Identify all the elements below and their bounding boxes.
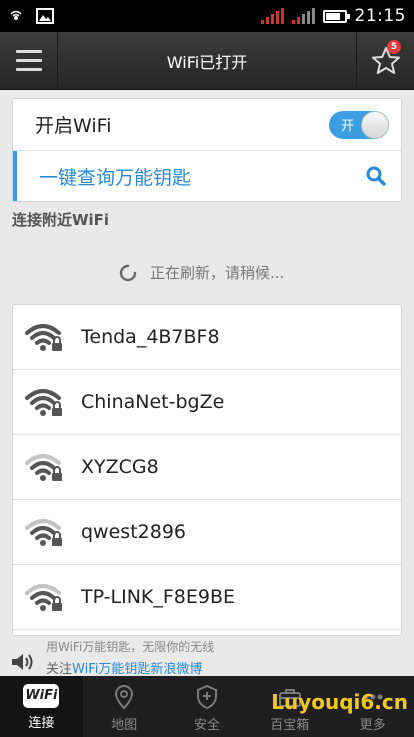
shield-icon (196, 684, 217, 710)
title-bar: WiFi已打开 5 (0, 31, 414, 90)
marquee-prefix: 关注 (46, 662, 73, 677)
signal-strength-icon (260, 8, 284, 24)
network-ssid: qwest2896 (81, 521, 186, 543)
key-lookup-row[interactable]: 一键查询万能钥匙 (13, 151, 401, 201)
tab-label: 连接 (28, 716, 55, 731)
wifi-toggle-row: 开启WiFi 开 (13, 99, 401, 151)
tab-map[interactable]: 地图 (83, 676, 166, 737)
gallery-icon (36, 8, 54, 24)
wifi-toggle-label: 开启WiFi (35, 115, 112, 137)
network-ssid: Tenda_4B7BF8 (81, 326, 220, 348)
tab-label: 地图 (111, 718, 138, 733)
list-item[interactable]: ChinaNet-bgZe (13, 370, 401, 435)
refresh-text: 正在刷新，请稍候... (150, 264, 285, 282)
notification-badge: 5 (387, 39, 401, 54)
network-ssid: TP-LINK_F8E9BE (81, 586, 236, 608)
switch-knob (361, 110, 389, 139)
tab-security[interactable]: 安全 (166, 676, 249, 737)
wifi-locked-icon (25, 519, 62, 546)
wifi-locked-icon (25, 454, 62, 481)
wifi-icon: WiFi (23, 684, 60, 708)
wifi-hotspot-icon (10, 10, 22, 20)
network-ssid: ChinaNet-bgZe (81, 391, 225, 413)
page-title: WiFi已打开 (166, 52, 248, 72)
clock: 21:15 (354, 6, 406, 26)
search-icon (366, 166, 386, 186)
refresh-status: 正在刷新，请稍候... (118, 262, 284, 283)
battery-icon (322, 9, 350, 23)
loading-spinner-icon (119, 264, 137, 281)
speaker-icon (12, 654, 33, 670)
map-pin-icon (115, 684, 134, 710)
wifi-locked-icon (25, 389, 62, 416)
announcement-marquee[interactable]: 用WiFi万能钥匙，无限你的无线 关注WiFi万能钥匙新浪微博 (0, 636, 414, 677)
marquee-line-1: 用WiFi万能钥匙，无限你的无线 (46, 640, 215, 654)
tab-label: 更多 (359, 718, 386, 733)
menu-icon (15, 50, 42, 53)
wifi-toggle-switch[interactable]: 开 (329, 110, 389, 139)
list-item[interactable]: qwest2896 (13, 500, 401, 565)
list-item[interactable]: Tenda_4B7BF8 (13, 305, 401, 370)
status-bar: 21:15 (0, 0, 414, 32)
wifi-network-list: Tenda_4B7BF8 ChinaNet-bgZe XYZCG8 qwest2… (12, 304, 402, 636)
wifi-locked-icon (25, 584, 62, 611)
signal-strength-2-icon (291, 8, 315, 24)
section-title: 连接附近WiFi (12, 211, 110, 229)
menu-button[interactable] (0, 31, 58, 90)
wifi-settings-card: 开启WiFi 开 一键查询万能钥匙 (12, 98, 402, 202)
wifi-locked-icon (25, 324, 62, 351)
tab-label: 安全 (193, 718, 220, 733)
watermark: Luyouqi6.cn (271, 690, 408, 714)
marquee-line-2: 关注WiFi万能钥匙新浪微博 (46, 658, 202, 677)
network-ssid: XYZCG8 (81, 456, 159, 478)
list-item[interactable]: XYZCG8 (13, 435, 401, 500)
tab-connect[interactable]: WiFi 连接 (0, 676, 83, 737)
key-lookup-label: 一键查询万能钥匙 (39, 166, 192, 189)
tab-label: 百宝箱 (270, 718, 310, 733)
favorites-button[interactable]: 5 (356, 31, 414, 90)
weibo-link[interactable]: WiFi万能钥匙新浪微博 (72, 662, 202, 677)
list-item[interactable]: TP-LINK_F8E9BE (13, 565, 401, 630)
switch-state-label: 开 (341, 119, 355, 134)
